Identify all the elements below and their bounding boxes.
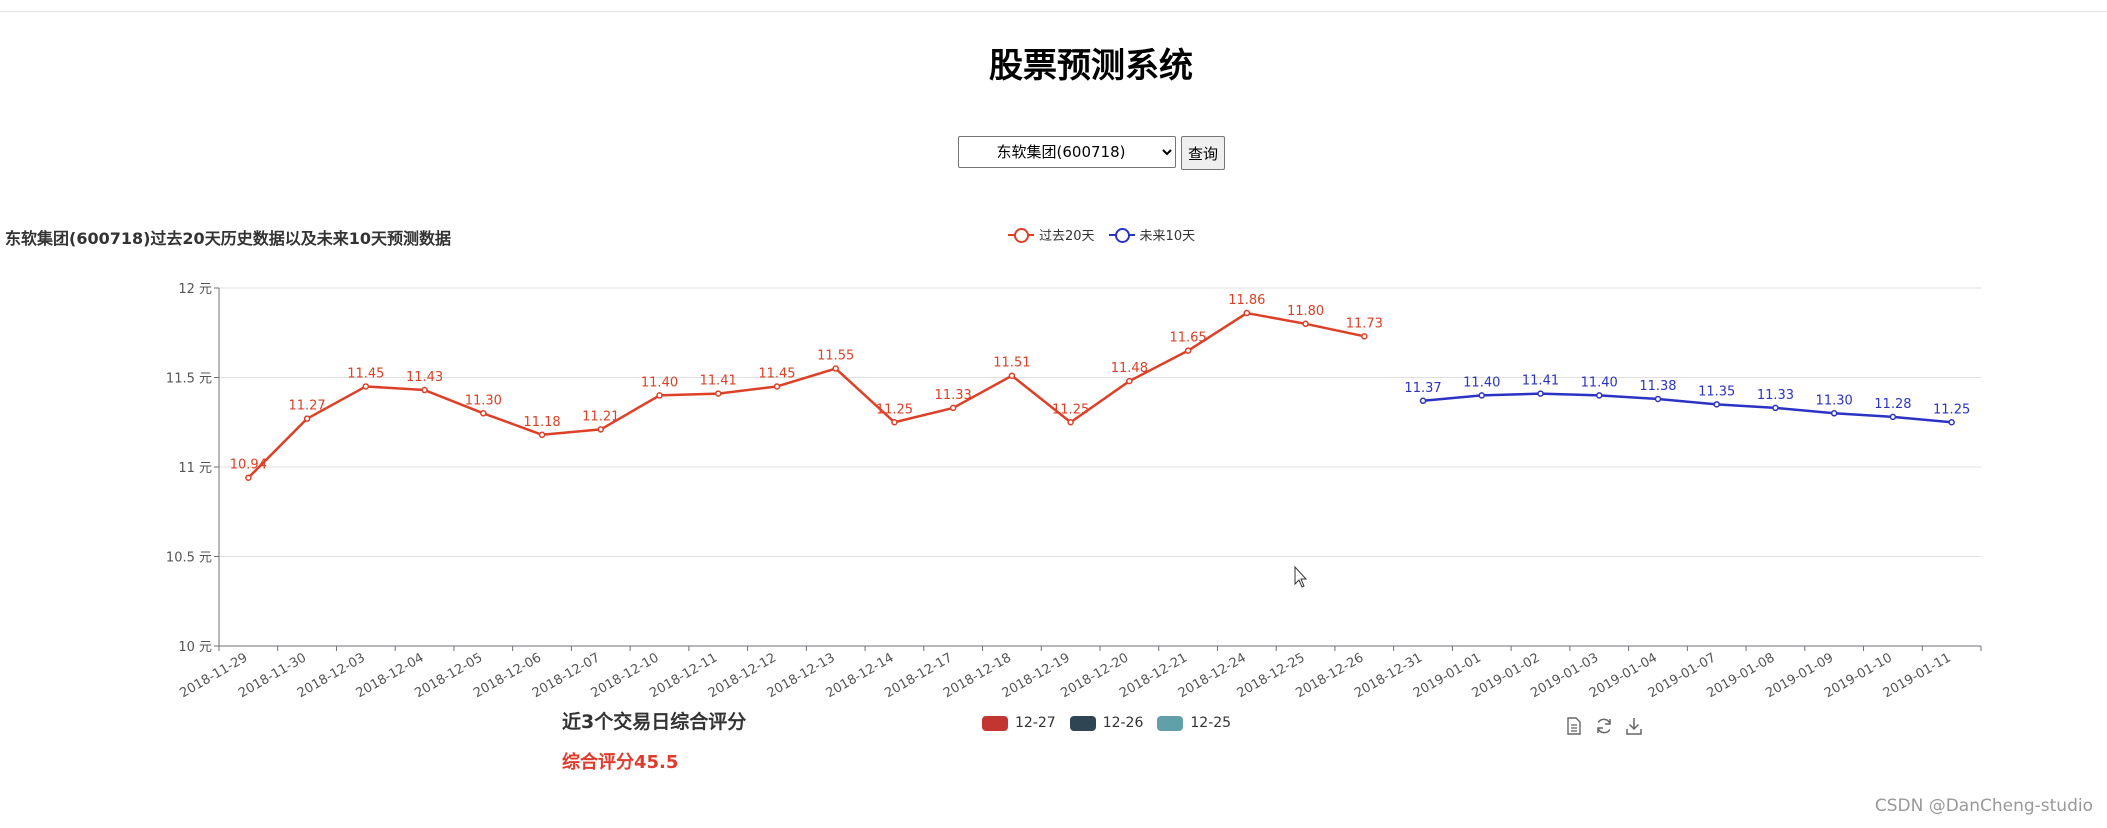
data-label: 11.27: [288, 399, 325, 414]
score-heading: 近3个交易日综合评分: [562, 711, 747, 733]
data-point: [949, 404, 957, 412]
y-tick-label: 10.5 元: [166, 551, 212, 566]
data-point: [538, 431, 546, 439]
score-legend-label-1225: 12-25: [1190, 715, 1232, 731]
data-label: 11.21: [582, 409, 619, 424]
data-point: [480, 410, 487, 417]
data-label: 11.40: [641, 375, 678, 390]
data-label: 11.33: [935, 388, 972, 403]
data-point: [1595, 392, 1603, 399]
data-view-icon[interactable]: [1564, 716, 1584, 736]
data-point: [1184, 347, 1192, 354]
data-point: [1361, 333, 1368, 340]
data-label: 11.51: [993, 356, 1030, 371]
save-image-icon[interactable]: [1624, 716, 1644, 736]
data-point: [891, 419, 898, 426]
y-tick-label: 12 元: [178, 282, 212, 297]
watermark: CSDN @DanCheng-studio: [1874, 796, 2093, 816]
score-legend-item-1226[interactable]: 12-26: [1069, 715, 1144, 731]
data-label: 11.30: [1816, 393, 1853, 408]
data-label: 11.45: [758, 366, 795, 381]
data-point: [1302, 320, 1309, 328]
data-label: 11.18: [523, 415, 560, 430]
data-point: [714, 390, 722, 397]
data-point: [656, 392, 663, 399]
score-value: 综合评分45.5: [562, 752, 679, 773]
data-label: 11.40: [1581, 375, 1618, 390]
data-label: 11.48: [1111, 361, 1148, 376]
score-legend-item-1225[interactable]: 12-25: [1157, 715, 1231, 731]
data-label: 11.28: [1874, 397, 1911, 412]
data-label: 11.35: [1698, 384, 1735, 399]
data-point: [597, 426, 605, 433]
data-label: 11.73: [1346, 316, 1383, 331]
data-label: 11.86: [1228, 293, 1265, 308]
data-label: 11.38: [1639, 379, 1676, 394]
data-point: [773, 383, 781, 390]
data-label: 11.55: [817, 349, 854, 364]
data-label: 11.41: [1522, 374, 1559, 389]
data-point: [1830, 410, 1838, 417]
series-line-1: [1422, 392, 1952, 424]
score-swatch-1225: [1157, 715, 1184, 731]
data-point: [1948, 419, 1955, 426]
data-label: 11.65: [1169, 331, 1206, 346]
data-label: 11.41: [700, 374, 737, 389]
data-label: 11.37: [1404, 381, 1441, 396]
data-point: [1067, 419, 1074, 426]
line-chart: 10 元10.5 元11 元11.5 元12 元2018-11-292018-1…: [166, 282, 1982, 701]
score-swatch-1226: [1069, 715, 1096, 731]
data-label: 11.33: [1757, 388, 1794, 403]
score-legend-label-1226: 12-26: [1102, 715, 1144, 731]
y-tick-label: 11 元: [178, 461, 212, 476]
score-swatch-1227: [982, 715, 1008, 731]
data-point: [1537, 390, 1544, 397]
data-point: [1478, 392, 1486, 399]
data-label: 11.80: [1287, 304, 1324, 319]
data-point: [1889, 413, 1897, 421]
data-point: [421, 386, 428, 394]
mouse-cursor-icon: [1294, 565, 1308, 588]
data-label: 11.43: [406, 370, 443, 385]
data-point: [1008, 372, 1016, 379]
data-point: [362, 383, 370, 390]
data-label: 11.45: [347, 366, 384, 381]
restore-icon[interactable]: [1594, 716, 1614, 736]
data-point: [1126, 377, 1133, 385]
data-label: 11.30: [465, 393, 502, 408]
data-point: [1713, 401, 1720, 408]
score-legend-item-1227[interactable]: 12-27: [982, 715, 1056, 731]
data-point: [1772, 404, 1779, 412]
score-legend-label-1227: 12-27: [1015, 715, 1056, 731]
data-label: 10.94: [230, 458, 267, 473]
data-point: [1419, 397, 1427, 405]
data-point: [1243, 309, 1251, 317]
data-label: 11.40: [1463, 375, 1500, 390]
data-label: 11.25: [1933, 402, 1970, 417]
chart-toolbox: [1564, 716, 1644, 736]
data-point: [303, 415, 311, 422]
data-point: [832, 365, 839, 372]
y-tick-label: 10 元: [178, 640, 212, 655]
data-label: 11.25: [1052, 402, 1089, 417]
y-tick-label: 11.5 元: [166, 372, 212, 387]
score-legend: 12-27 12-26 12-25: [982, 715, 1231, 731]
data-label: 11.25: [876, 402, 913, 417]
data-point: [1654, 395, 1662, 403]
data-point: [245, 474, 252, 481]
